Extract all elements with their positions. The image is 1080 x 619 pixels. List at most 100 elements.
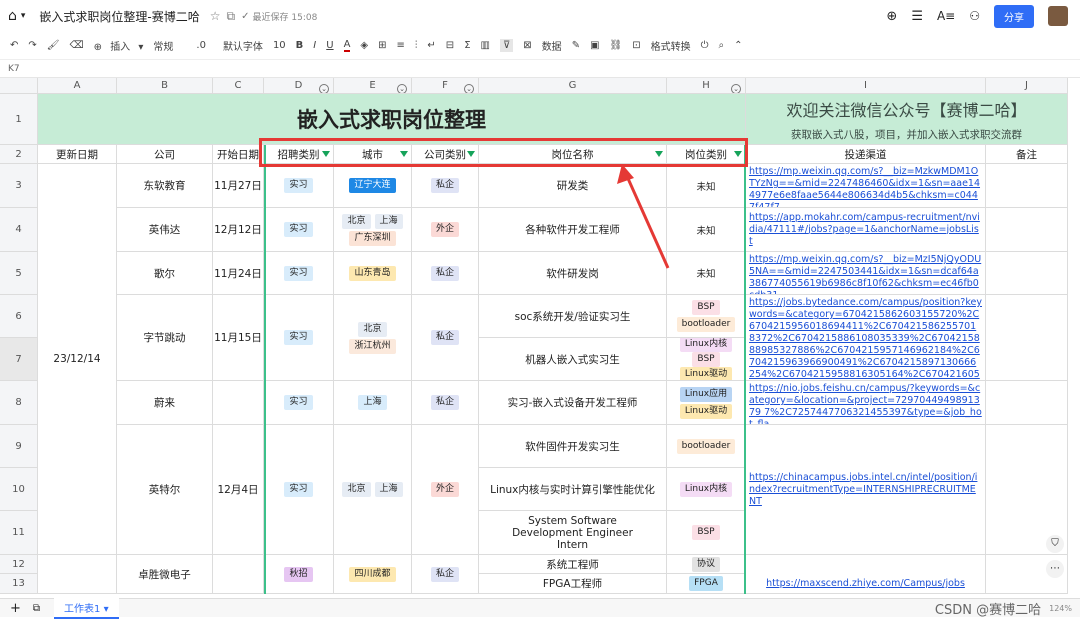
job-name-cell[interactable]: soc系统开发/验证实习生	[479, 295, 667, 338]
underline-button[interactable]: U	[326, 40, 333, 51]
channel-link[interactable]: https://nio.jobs.feishu.cn/campus/?keywo…	[746, 381, 986, 425]
job-name-cell[interactable]: Linux内核与实时计算引擎性能优化	[479, 468, 667, 511]
sheet-tab[interactable]: 工作表1 ▾	[54, 597, 119, 619]
link-icon[interactable]: ⛓	[610, 40, 623, 51]
align-icon[interactable]: ≡	[397, 40, 405, 51]
header-start-date[interactable]: 开始日期	[213, 145, 264, 164]
col-header-d[interactable]: D ⌄	[264, 78, 334, 94]
column-menu-icon[interactable]: ⌄	[397, 84, 407, 93]
start-date-cell[interactable]: 11月15日	[213, 295, 264, 381]
row-header[interactable]: 10	[0, 468, 38, 511]
row-header[interactable]: 5	[0, 252, 38, 295]
cell-reference[interactable]: K7	[0, 60, 1080, 78]
wrap-icon[interactable]: ↵	[427, 40, 435, 51]
recruit-type-cell[interactable]: 实习	[264, 164, 334, 208]
more-icon[interactable]: ⋯	[1046, 560, 1064, 578]
collab-icon[interactable]: ⚇	[969, 9, 980, 23]
company-type-cell[interactable]: 私企	[412, 555, 479, 594]
fill-color-icon[interactable]: ◈	[360, 40, 368, 51]
decimal-select[interactable]: .0	[196, 40, 206, 51]
company-type-cell[interactable]: 私企	[412, 295, 479, 381]
banner-title[interactable]: 嵌入式求职岗位整理	[38, 94, 746, 145]
job-category-cell[interactable]: Linux内核 BSP Linux驱动	[667, 338, 746, 381]
banner-promo[interactable]: 欢迎关注微信公众号【赛博二哈】 获取嵌入式八股，项目，并加入嵌入式求职交流群	[746, 94, 1068, 145]
city-cell[interactable]: 山东青岛	[334, 252, 412, 295]
add-sheet-icon[interactable]: +	[10, 601, 21, 616]
notes-cell[interactable]	[986, 208, 1068, 252]
start-date-cell[interactable]: 11月24日	[213, 252, 264, 295]
channel-link[interactable]: https://app.mokahr.com/campus-recruitmen…	[746, 208, 986, 252]
start-date-cell[interactable]	[213, 555, 264, 594]
job-category-cell[interactable]: FPGA	[667, 574, 746, 594]
font-size-select[interactable]: 10	[273, 40, 286, 51]
row-header[interactable]: 1	[0, 94, 38, 145]
col-header-i[interactable]: I	[746, 78, 986, 94]
col-header-g[interactable]: G	[479, 78, 667, 94]
company-cell[interactable]: 英伟达	[117, 208, 213, 252]
col-header-h[interactable]: H ⌄	[667, 78, 746, 94]
row-header[interactable]: 8	[0, 381, 38, 425]
list-icon[interactable]: ☰	[911, 9, 923, 24]
column-menu-icon[interactable]: ⌄	[464, 84, 474, 93]
job-name-cell[interactable]: System Software Development Engineer Int…	[479, 511, 667, 555]
city-cell[interactable]: 北京 浙江杭州	[334, 295, 412, 381]
col-header-b[interactable]: B	[117, 78, 213, 94]
redo-icon[interactable]: ↷	[28, 40, 36, 51]
recruit-type-cell[interactable]: 实习	[264, 252, 334, 295]
job-name-cell[interactable]: 系统工程师	[479, 555, 667, 574]
col-header-j[interactable]: J	[986, 78, 1068, 94]
shirt-icon[interactable]: ⛉	[1046, 535, 1064, 553]
corner-cell[interactable]	[0, 78, 38, 94]
column-menu-icon[interactable]: ⌄	[319, 84, 329, 93]
font-select[interactable]: 默认字体	[223, 38, 263, 53]
job-name-cell[interactable]: 软件固件开发实习生	[479, 425, 667, 468]
row-header[interactable]: 9	[0, 425, 38, 468]
header-city[interactable]: 城市	[334, 145, 412, 164]
start-date-cell[interactable]: 12月4日	[213, 425, 264, 555]
data-button[interactable]: 数据	[542, 38, 562, 53]
recruit-type-cell[interactable]: 实习	[264, 381, 334, 425]
undo-icon[interactable]: ↶	[10, 40, 18, 51]
add-doc-icon[interactable]: ⊕	[886, 9, 897, 24]
notes-cell[interactable]	[986, 164, 1068, 208]
menu-chevron-icon[interactable]: ▾	[21, 11, 26, 21]
zoom-level[interactable]: 124%	[1049, 604, 1072, 613]
job-category-cell[interactable]: Linux内核	[667, 468, 746, 511]
column-menu-icon[interactable]: ⌄	[731, 84, 741, 93]
recruit-type-cell[interactable]: 秋招	[264, 555, 334, 594]
city-cell[interactable]: 四川成都	[334, 555, 412, 594]
update-date-cell[interactable]: 23/12/14	[38, 164, 117, 555]
format-convert-button[interactable]: 格式转换	[651, 38, 691, 53]
col-header-f[interactable]: F ⌄	[412, 78, 479, 94]
clear-format-icon[interactable]: ⌫	[69, 40, 83, 51]
insert-button[interactable]: ⊕ 插入 ▾	[94, 38, 144, 53]
cond-format-icon[interactable]: ✎	[572, 40, 580, 51]
city-cell[interactable]: 上海	[334, 381, 412, 425]
row-header[interactable]: 13	[0, 574, 38, 594]
col-header-e[interactable]: E ⌄	[334, 78, 412, 94]
row-header[interactable]: 12	[0, 555, 38, 574]
filter-icon[interactable]	[734, 151, 742, 157]
filter-icon[interactable]: ⊽	[499, 39, 514, 52]
notes-cell[interactable]	[986, 295, 1068, 381]
job-category-cell[interactable]: bootloader	[667, 425, 746, 468]
row-header-selected[interactable]: 7	[0, 338, 38, 381]
city-cell[interactable]: 辽宁大连	[334, 164, 412, 208]
row-header[interactable]: 3	[0, 164, 38, 208]
job-category-cell[interactable]: 协议	[667, 555, 746, 574]
recruit-type-cell[interactable]: 实习	[264, 208, 334, 252]
update-date-cell-empty[interactable]	[38, 555, 117, 594]
job-name-cell[interactable]: FPGA工程师	[479, 574, 667, 594]
company-type-cell[interactable]: 外企	[412, 208, 479, 252]
filter-icon[interactable]	[467, 151, 475, 157]
home-icon[interactable]: ⌂	[8, 8, 17, 24]
italic-button[interactable]: I	[313, 40, 316, 51]
city-cell[interactable]: 北京 上海	[334, 425, 412, 555]
row-header[interactable]: 6	[0, 295, 38, 338]
channel-link[interactable]: https://mp.weixin.qq.com/s?__biz=MzI5NjQ…	[746, 252, 986, 295]
avatar[interactable]	[1048, 6, 1068, 26]
start-date-cell[interactable]: 11月27日	[213, 164, 264, 208]
company-cell[interactable]: 蔚来	[117, 381, 213, 425]
valign-icon[interactable]: ⫶	[415, 40, 418, 51]
row-header[interactable]: 11	[0, 511, 38, 555]
